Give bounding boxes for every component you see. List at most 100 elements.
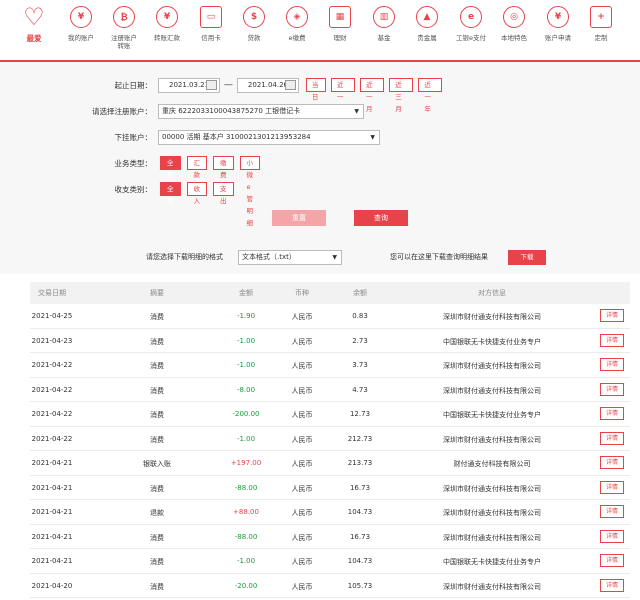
table-row: 2021-04-22 消费 -8.00 人民币 4.73 深圳市财付通支付科技有限公司 详情: [30, 378, 630, 402]
column-header: 交易日期: [38, 289, 66, 297]
cell-date: 2021-04-25: [31, 312, 73, 320]
cell-balance: 4.73: [352, 385, 368, 394]
cell-party: 深圳市财付通支付科技有限公司: [443, 582, 541, 591]
detail-button[interactable]: 详情: [600, 505, 624, 518]
biz-type-tag[interactable]: 汇款: [186, 156, 207, 179]
cell-balance: 105.73: [347, 581, 373, 590]
column-header: 币种: [295, 289, 309, 297]
nav-item-13[interactable]: + 定制: [578, 6, 624, 58]
reset-button[interactable]: 重置: [272, 210, 326, 226]
cell-balance: 0.83: [352, 312, 368, 320]
quick-range-button[interactable]: 近一年: [418, 78, 443, 113]
biz-type-tag[interactable]: 全部: [160, 156, 181, 179]
detail-button[interactable]: 详情: [600, 456, 624, 469]
nav-item-3[interactable]: ¥ 转账汇款: [144, 6, 190, 58]
reg-account-select[interactable]: 重庆 6222033100043875270 工银借记卡 ▼: [158, 103, 364, 119]
download-format-value: 文本格式（.txt）: [242, 253, 296, 261]
table-row: 2021-04-21 银联入账 +197.00 人民币 213.73 财付通支付科技有限公…: [30, 451, 630, 476]
account-icon: ¥: [70, 6, 92, 28]
cell-summary: 消费: [150, 362, 164, 370]
nav-item-6[interactable]: ◈ e缴费: [274, 6, 320, 58]
cell-amount: -88.00: [234, 483, 258, 492]
download-format-select[interactable]: 文本格式（.txt） ▼: [238, 250, 342, 265]
biz-type-tag[interactable]: 小微e管明细: [239, 156, 260, 227]
cell-amount: -200.00: [232, 410, 260, 418]
query-button[interactable]: 查询: [354, 210, 408, 226]
nav-item-0[interactable]: ♡ 最爱: [11, 5, 57, 58]
cell-currency: 人民币: [291, 411, 313, 419]
nav-item-10[interactable]: e 工银e支付: [448, 6, 494, 58]
cell-amount: -1.00: [236, 557, 256, 565]
detail-button[interactable]: 详情: [600, 554, 624, 567]
cell-amount: -20.00: [234, 581, 258, 590]
cell-party: 深圳市财付通支付科技有限公司: [443, 313, 541, 321]
calendar-icon[interactable]: [205, 80, 217, 90]
nav-item-7[interactable]: ▦ 理财: [317, 6, 363, 58]
nav-item-11[interactable]: ◎ 本地特色: [491, 6, 537, 58]
cell-date: 2021-04-23: [31, 336, 73, 345]
table-header: 交易日期 摘要 金额 币种 余额 对方信息: [30, 282, 630, 304]
nav-item-4[interactable]: ▭ 信用卡: [188, 6, 234, 58]
detail-button[interactable]: 详情: [600, 358, 624, 371]
nav-item-8[interactable]: ▥ 基金: [361, 6, 407, 58]
cell-date: 2021-04-21: [31, 532, 73, 541]
detail-button[interactable]: 详情: [600, 333, 624, 347]
date-label: 起止日期：: [114, 80, 153, 90]
loan-icon: $: [243, 6, 265, 28]
cell-summary: 银联入账: [143, 460, 171, 468]
cell-amount: -8.00: [236, 385, 256, 394]
io-type-tag[interactable]: 收入: [186, 182, 207, 205]
io-type-tag[interactable]: 全部: [160, 182, 181, 205]
nav-item-9[interactable]: ▲ 贵金属: [404, 6, 450, 58]
quick-range-button[interactable]: 近一月: [360, 78, 385, 113]
filter-panel: 起止日期： 2021.03.21 — 2021.04.26 当日近一周近一月近三…: [0, 62, 640, 274]
column-header: 对方信息: [478, 289, 506, 297]
cell-currency: 人民币: [291, 582, 313, 591]
nav-item-12[interactable]: ¥ 账户申请: [535, 6, 581, 58]
detail-button[interactable]: 详情: [600, 578, 624, 592]
detail-button[interactable]: 详情: [600, 382, 624, 396]
cell-currency: 人民币: [291, 460, 313, 468]
nav-label: 最爱: [26, 34, 42, 43]
detail-button[interactable]: 详情: [600, 407, 624, 420]
io-type-tag[interactable]: 支出: [213, 182, 234, 205]
cell-date: 2021-04-21: [31, 483, 73, 492]
cell-summary: 消费: [150, 484, 164, 493]
cell-date: 2021-04-21: [31, 508, 73, 516]
download-row: 请您选择下载明细的格式 文本格式（.txt） ▼ 您可以在这里下载查询明细结果 下…: [0, 248, 640, 268]
credit-card-icon: ▭: [200, 6, 222, 28]
table-row: 2021-04-25 消费 -1.90 人民币 0.83 深圳市财付通支付科技有限公司 详情: [30, 304, 630, 329]
quick-range-button[interactable]: 当日: [305, 78, 326, 101]
biz-type-label: 业务类型：: [114, 158, 153, 168]
nav-item-2[interactable]: ₿ 注册账户 转账: [101, 6, 147, 58]
quick-range-button[interactable]: 近三月: [389, 78, 414, 113]
sub-account-select[interactable]: 00000 活期 基本户 3100021301213953284 ▼: [158, 129, 380, 145]
cell-currency: 人民币: [291, 362, 313, 370]
end-date-input[interactable]: 2021.04.26: [236, 77, 299, 93]
start-date-input[interactable]: 2021.03.21: [158, 77, 220, 93]
cell-party: 深圳市财付通支付科技有限公司: [443, 509, 541, 517]
reg-account-value: 重庆 6222033100043875270 工银借记卡: [162, 106, 301, 115]
download-button[interactable]: 下载: [508, 250, 546, 265]
detail-button[interactable]: 详情: [600, 309, 624, 322]
cell-balance: 212.73: [347, 434, 373, 443]
top-nav: ♡ 最爱 ¥ 我的账户 ₿ 注册账户 转账 ¥ 转账汇款 ▭ 信用卡 $ 贷款 ◈ e缴费 ▦ 理财 ▥ 基金 ▲ 贵…: [0, 0, 640, 62]
sub-account-label: 下挂账户：: [114, 132, 153, 142]
transfer-icon: ₿: [113, 6, 135, 28]
nav-label: 工银e支付: [456, 34, 486, 42]
quick-range-button[interactable]: 近一周: [330, 78, 356, 113]
table-row: 2021-04-20 消费 -20.00 人民币 105.73 深圳市财付通支付科技有限公…: [30, 574, 630, 598]
detail-button[interactable]: 详情: [600, 431, 624, 445]
download-hint: 您可以在这里下载查询明细结果: [390, 253, 488, 261]
cell-summary: 退款: [150, 509, 164, 517]
nav-item-1[interactable]: ¥ 我的账户: [58, 6, 104, 58]
calendar-icon[interactable]: [284, 80, 296, 90]
cell-summary: 消费: [150, 337, 164, 346]
cell-balance: 16.73: [349, 483, 371, 492]
nav-item-5[interactable]: $ 贷款: [231, 6, 277, 58]
table-row: 2021-04-21 消费 -1.00 人民币 104.73 中国银联无卡快捷支付业务专户…: [30, 549, 630, 574]
detail-button[interactable]: 详情: [600, 529, 624, 543]
biz-type-tag[interactable]: 缴费: [213, 156, 234, 179]
detail-button[interactable]: 详情: [600, 480, 624, 494]
cell-summary: 消费: [150, 386, 164, 395]
